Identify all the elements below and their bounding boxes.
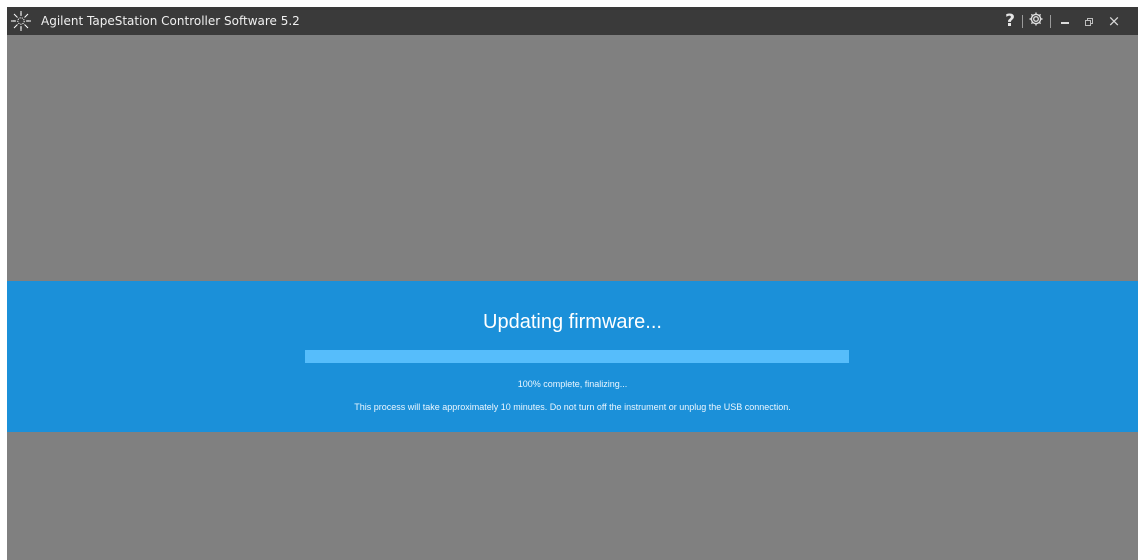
titlebar-divider <box>1050 15 1051 28</box>
minimize-button[interactable] <box>1057 7 1073 35</box>
progress-status: 100% complete, finalizing... <box>517 379 628 389</box>
close-button[interactable]: × <box>1106 7 1122 35</box>
update-title: Updating firmware... <box>483 311 662 333</box>
app-window: Agilent TapeStation Controller Software … <box>7 7 1138 560</box>
title-bar[interactable]: Agilent TapeStation Controller Software … <box>7 7 1138 35</box>
progress-bar-fill <box>305 350 849 363</box>
update-warning: This process will take approximately 10 … <box>354 402 791 412</box>
minimize-icon <box>1060 12 1070 31</box>
help-button[interactable]: ? <box>1003 7 1017 35</box>
firmware-update-banner: Updating firmware... 100% complete, fina… <box>7 281 1138 432</box>
restore-icon <box>1084 12 1094 31</box>
titlebar-divider <box>1022 15 1023 28</box>
settings-button[interactable] <box>1027 7 1045 35</box>
gear-icon <box>1028 11 1044 31</box>
progress-bar <box>305 350 849 363</box>
restore-button[interactable] <box>1081 7 1097 35</box>
window-title: Agilent TapeStation Controller Software … <box>41 14 300 28</box>
agilent-logo-icon <box>9 10 33 32</box>
